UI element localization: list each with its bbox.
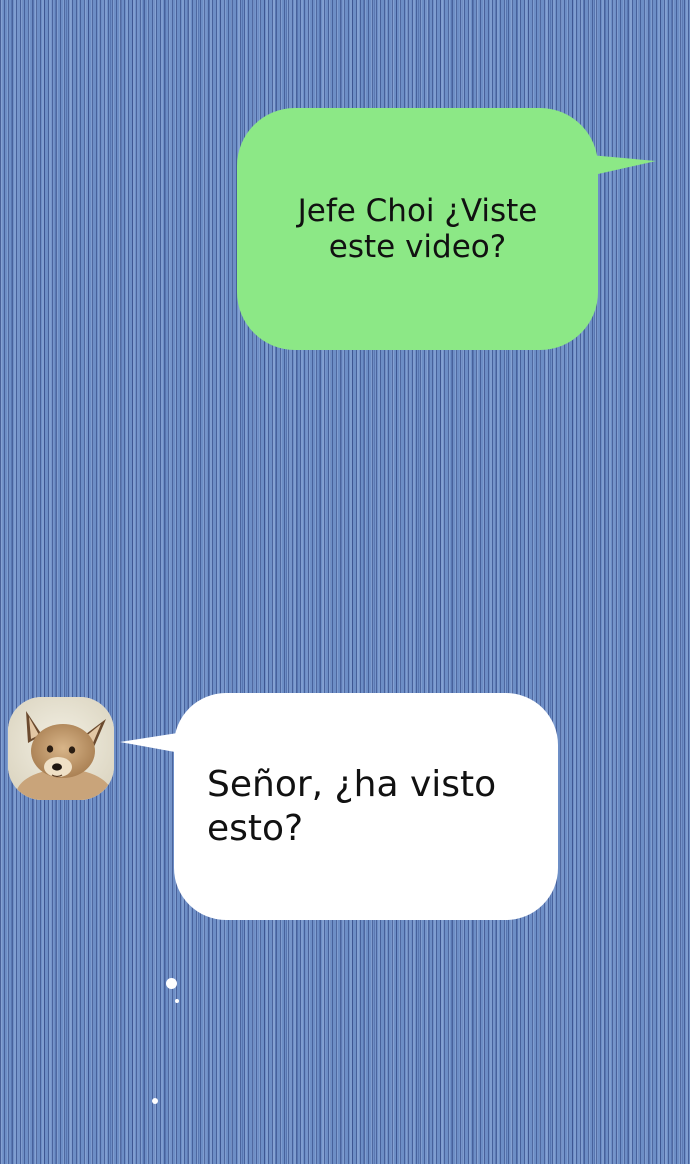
sent-message-bubble: Jefe Choi ¿Viste este video? — [237, 108, 598, 350]
sparkle-dot — [175, 999, 179, 1003]
sparkle-dot — [166, 978, 177, 989]
received-message-text: Señor, ¿ha visto esto? — [207, 763, 497, 849]
sent-message-text: Jefe Choi ¿Viste este video? — [297, 193, 538, 265]
received-message-bubble: Señor, ¿ha visto esto? — [174, 693, 558, 920]
sent-bubble-tail — [590, 155, 656, 174]
sparkle-dot — [152, 1098, 158, 1104]
puppy-avatar-icon[interactable] — [8, 697, 114, 800]
